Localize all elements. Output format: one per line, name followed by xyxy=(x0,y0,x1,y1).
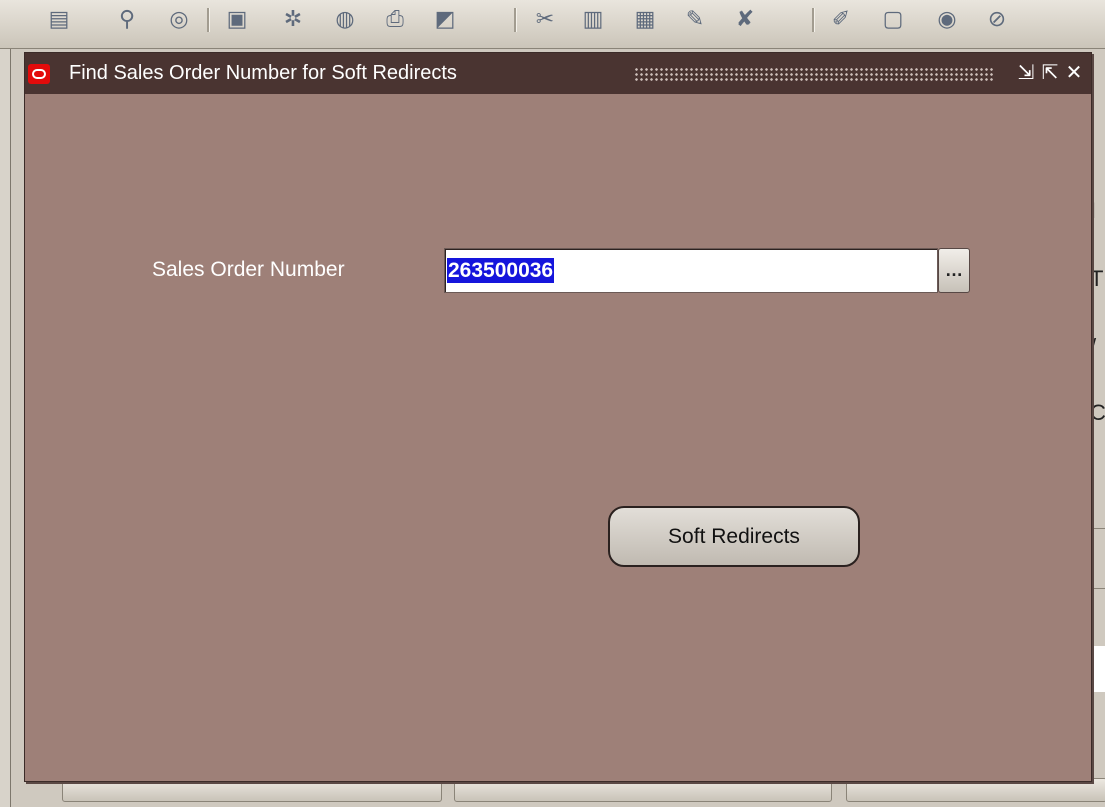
dialog-title: Find Sales Order Number for Soft Redirec… xyxy=(69,62,457,84)
find-sales-order-dialog: Find Sales Order Number for Soft Redirec… xyxy=(24,52,1092,782)
translations-icon[interactable]: ◉ xyxy=(932,4,962,34)
switch-responsibility-icon[interactable]: ◍ xyxy=(330,4,360,34)
toolbar-separator xyxy=(514,8,517,32)
toolbar-separator xyxy=(207,8,210,32)
next-step-icon[interactable]: ✲ xyxy=(278,4,308,34)
find-icon[interactable]: ⚲ xyxy=(112,4,142,34)
new-record-icon[interactable]: ▤ xyxy=(44,4,74,34)
sales-order-number-selected-text: 263500036 xyxy=(447,258,555,283)
maximize-icon[interactable]: ⇱ xyxy=(1039,61,1061,85)
attachments-icon[interactable]: ⊘ xyxy=(982,4,1012,34)
oracle-logo-icon xyxy=(28,64,50,84)
background-label: T xyxy=(1090,266,1104,291)
navigator-icon[interactable]: ◎ xyxy=(164,4,194,34)
background-label: C xyxy=(1090,400,1105,425)
list-of-values-button[interactable]: … xyxy=(938,248,970,293)
edit-field-icon[interactable]: ✐ xyxy=(826,4,856,34)
paste-icon[interactable]: ▦ xyxy=(630,4,660,34)
toolbar-separator xyxy=(812,8,815,32)
print-icon[interactable]: ⎙ xyxy=(380,4,410,34)
close-form-icon[interactable]: ◩ xyxy=(430,4,460,34)
copy-icon[interactable]: ▥ xyxy=(578,4,608,34)
background-divider xyxy=(1090,588,1105,589)
main-toolbar: ▤ ⚲ ◎ ▣ ✲ ◍ ⎙ ◩ ✂ ▥ ▦ ✎ ✘ ✐ ▢ ◉ ⊘ xyxy=(0,0,1105,49)
dialog-titlebar[interactable]: Find Sales Order Number for Soft Redirec… xyxy=(25,53,1091,94)
close-icon[interactable]: ✕ xyxy=(1063,61,1085,85)
soft-redirects-button[interactable]: Soft Redirects xyxy=(608,506,860,567)
titlebar-grip xyxy=(634,67,994,82)
save-icon[interactable]: ▣ xyxy=(222,4,252,34)
app-window-frame xyxy=(0,0,11,807)
background-field xyxy=(1090,646,1105,692)
clear-record-icon[interactable]: ✎ xyxy=(680,4,710,34)
minimize-icon[interactable]: ⇲ xyxy=(1015,61,1037,85)
zoom-icon[interactable]: ▢ xyxy=(878,4,908,34)
sales-order-number-label: Sales Order Number xyxy=(152,258,345,281)
cut-icon[interactable]: ✂ xyxy=(530,4,560,34)
delete-record-icon[interactable]: ✘ xyxy=(730,4,760,34)
background-divider xyxy=(1090,528,1105,529)
